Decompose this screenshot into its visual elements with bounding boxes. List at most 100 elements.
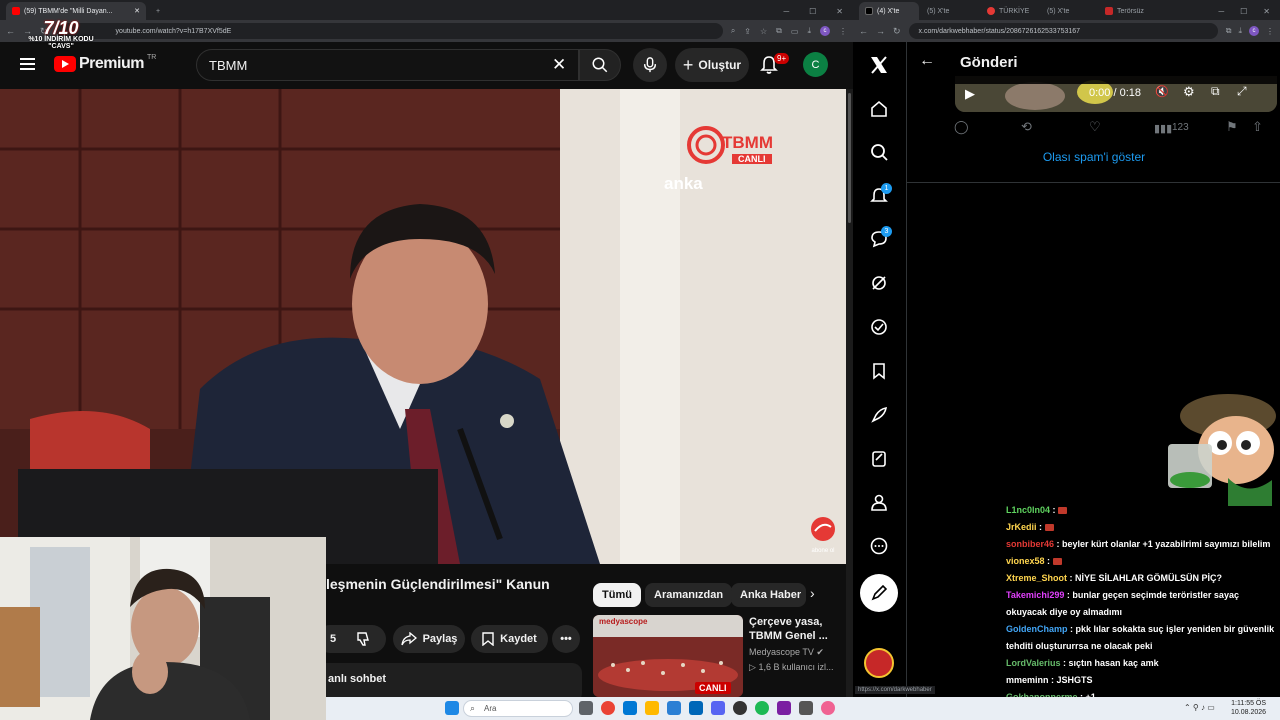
url-field[interactable]: youtube.com/watch?v=h17B7XVf5dE <box>55 23 723 39</box>
fullscreen-icon[interactable]: ⤢ <box>1237 84 1247 99</box>
voice-search-button[interactable] <box>633 48 667 82</box>
home-icon[interactable] <box>868 98 890 120</box>
taskbar-clock[interactable]: 1:11:55 ÖS 10.08.2026 <box>1231 699 1266 717</box>
mute-icon[interactable]: 🔇 <box>1155 85 1169 98</box>
spotify-icon[interactable] <box>755 701 769 715</box>
x-logo-icon[interactable] <box>868 54 890 76</box>
sidebar-icon[interactable]: ▭ <box>791 27 799 36</box>
tab-x-3[interactable]: (5) X'te <box>1041 2 1097 20</box>
task-view-icon[interactable] <box>579 701 593 715</box>
menu-dots-icon[interactable]: ⋮ <box>1266 27 1274 36</box>
profile-avatar[interactable]: c <box>1249 26 1259 36</box>
extension-icon[interactable]: ⧉ <box>1226 26 1232 36</box>
share-button[interactable]: Paylaş <box>393 625 465 653</box>
youtube-logo[interactable]: Premium TR <box>54 54 156 73</box>
video-player[interactable]: TBMM CANLI anka abone ol <box>0 89 846 564</box>
back-icon[interactable]: ← <box>859 26 868 36</box>
grok-icon[interactable] <box>868 272 890 294</box>
edge-icon[interactable] <box>623 701 637 715</box>
profile-avatar[interactable]: c <box>820 26 830 36</box>
show-spam-link[interactable]: Olası spam'i göster <box>907 150 1280 164</box>
tab-x-1[interactable]: (4) X'te <box>859 2 919 20</box>
hover-status-url: https://x.com/darkwebhaber <box>855 686 935 694</box>
jobs-rocket-icon[interactable] <box>868 404 890 426</box>
recommended-video-title[interactable]: Çerçeve yasa, TBMM Genel ... <box>749 615 839 643</box>
obs-icon[interactable] <box>733 701 747 715</box>
menu-dots-icon[interactable]: ⋮ <box>839 27 847 36</box>
chat-separator: : <box>1050 505 1059 515</box>
minimize-icon[interactable]: ─ <box>783 7 789 16</box>
chat-message: GoldenChamp : pkk lılar sokakta suç işle… <box>1006 624 1274 635</box>
tab-turkiye[interactable]: TÜRKİYE <box>981 2 1039 20</box>
chrome-icon[interactable] <box>601 701 615 715</box>
account-switcher-avatar[interactable] <box>864 648 894 678</box>
close-window-icon[interactable]: ✕ <box>1263 7 1270 16</box>
tab-terorsuz[interactable]: Terörsüz <box>1099 2 1157 20</box>
close-icon[interactable]: ✕ <box>134 7 140 15</box>
compose-post-button[interactable] <box>860 574 898 612</box>
recommended-video-thumbnail[interactable]: medyascope CANLI <box>593 615 743 697</box>
chip-all[interactable]: Tümü <box>593 583 641 607</box>
maximize-icon[interactable]: ☐ <box>1240 7 1247 16</box>
abone-ol-badge[interactable]: abone ol <box>806 515 840 554</box>
save-button[interactable]: Kaydet <box>471 625 548 653</box>
share-icon[interactable]: ⇪ <box>744 27 751 36</box>
steam-icon[interactable] <box>799 701 813 715</box>
like-heart-icon[interactable]: ♡ <box>1089 119 1101 135</box>
discord-icon[interactable] <box>711 701 725 715</box>
share-post-icon[interactable]: ⇧ <box>1252 119 1263 135</box>
left-scrollbar[interactable] <box>846 89 853 700</box>
download-icon[interactable]: ⤓ <box>1238 26 1242 36</box>
copilot-icon[interactable] <box>667 701 681 715</box>
chips-next-icon[interactable]: › <box>810 585 815 601</box>
premium-icon[interactable] <box>868 448 890 470</box>
live-chat-box[interactable]: anlı sohbet <box>312 663 582 700</box>
x-url-field[interactable]: x.com/darkwebhaber/status/20867261625337… <box>908 23 1218 39</box>
minimize-icon[interactable]: ─ <box>1218 7 1224 16</box>
settings-gear-icon[interactable]: ⚙ <box>1183 84 1195 100</box>
zoom-icon[interactable]: ⌕ <box>731 26 735 36</box>
hamburger-menu-icon[interactable] <box>20 58 35 73</box>
more-actions-button[interactable]: ••• <box>552 625 580 653</box>
create-button[interactable]: + Oluştur <box>675 48 749 82</box>
extension-icon[interactable]: ⧉ <box>776 26 782 36</box>
chrome-profile-icon[interactable] <box>821 701 835 715</box>
chat-separator: : <box>1044 556 1053 566</box>
close-window-icon[interactable]: ✕ <box>836 7 843 16</box>
chat-text: beyler kürt olanlar +1 yazabilrimi sayım… <box>1062 539 1271 549</box>
bookmark-post-icon[interactable]: ⚑ <box>1226 119 1238 135</box>
forward-icon[interactable]: → <box>876 26 885 36</box>
search-input[interactable]: TBMM <box>196 49 579 81</box>
chip-from-search[interactable]: Aramanızdan <box>645 583 733 607</box>
start-windows-icon[interactable] <box>445 701 459 715</box>
maximize-icon[interactable]: ☐ <box>809 7 816 16</box>
app-icon[interactable] <box>777 701 791 715</box>
views-icon[interactable]: ▮▮▮ <box>1154 122 1172 135</box>
store-icon[interactable] <box>689 701 703 715</box>
more-options-icon[interactable] <box>868 535 890 557</box>
new-tab-button[interactable]: + <box>150 2 166 20</box>
bookmarks-icon[interactable] <box>868 360 890 382</box>
clear-search-icon[interactable]: ✕ <box>552 55 566 75</box>
system-tray-icons[interactable]: ⌃ ⚲ ♪ ▭ <box>1184 703 1215 712</box>
chat-text: JSHGTS <box>1056 675 1093 685</box>
search-button[interactable] <box>579 49 621 81</box>
reload-icon[interactable]: ↻ <box>893 26 901 37</box>
bookmark-star-icon[interactable]: ☆ <box>760 27 767 36</box>
file-explorer-icon[interactable] <box>645 701 659 715</box>
play-icon[interactable]: ▶ <box>965 86 975 102</box>
back-arrow-icon[interactable]: ← <box>919 52 935 70</box>
taskbar-search-field[interactable]: ⌕ Ara <box>463 700 573 717</box>
repost-icon[interactable]: ⟲ <box>1021 119 1032 135</box>
verified-orgs-icon[interactable] <box>868 316 890 338</box>
reply-icon[interactable]: ◯ <box>954 119 969 135</box>
tab-x-2[interactable]: (5) X'te <box>921 2 979 20</box>
profile-icon[interactable] <box>868 491 890 513</box>
explore-search-icon[interactable] <box>868 141 890 163</box>
account-avatar[interactable]: C <box>803 52 828 77</box>
chip-anka-haber[interactable]: Anka Haber <box>731 583 806 607</box>
picture-in-picture-icon[interactable]: ⧉ <box>1211 84 1220 99</box>
dislike-icon[interactable] <box>356 631 372 647</box>
download-icon[interactable]: ⤓ <box>807 26 811 36</box>
back-icon[interactable]: ← <box>6 26 15 36</box>
